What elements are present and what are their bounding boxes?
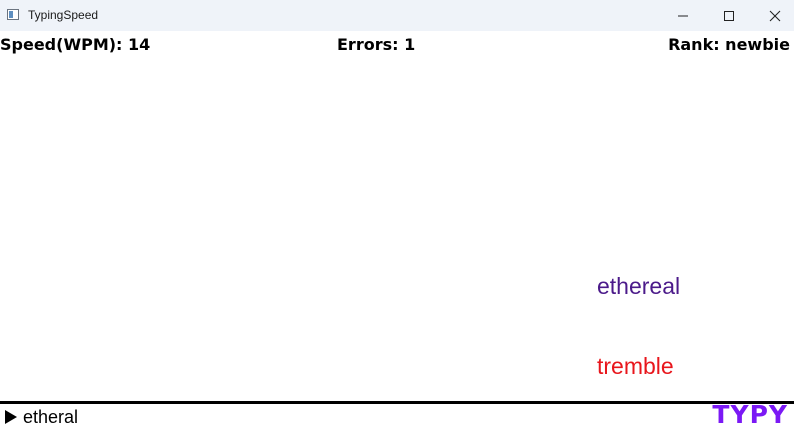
- app-window-icon: [7, 9, 19, 20]
- close-icon: [769, 10, 781, 21]
- speed-readout: Speed(WPM): 14: [0, 35, 151, 54]
- typy-logo: TYPY: [712, 400, 788, 429]
- errors-readout: Errors: 1: [337, 35, 416, 54]
- play-triangle-icon: [5, 410, 17, 424]
- close-button[interactable]: [752, 0, 794, 31]
- falling-word: ethereal: [597, 273, 681, 299]
- window-title: TypingSpeed: [28, 8, 99, 22]
- maximize-button[interactable]: [706, 0, 752, 31]
- minimize-button[interactable]: [660, 0, 706, 31]
- title-bar: TypingSpeed: [0, 0, 794, 31]
- rank-readout: Rank: newbie: [668, 35, 790, 54]
- maximize-icon: [724, 10, 734, 21]
- input-divider: [0, 401, 794, 404]
- minimize-icon: [678, 15, 688, 16]
- falling-word: tremble: [597, 353, 674, 379]
- typing-input[interactable]: etheral: [23, 407, 78, 428]
